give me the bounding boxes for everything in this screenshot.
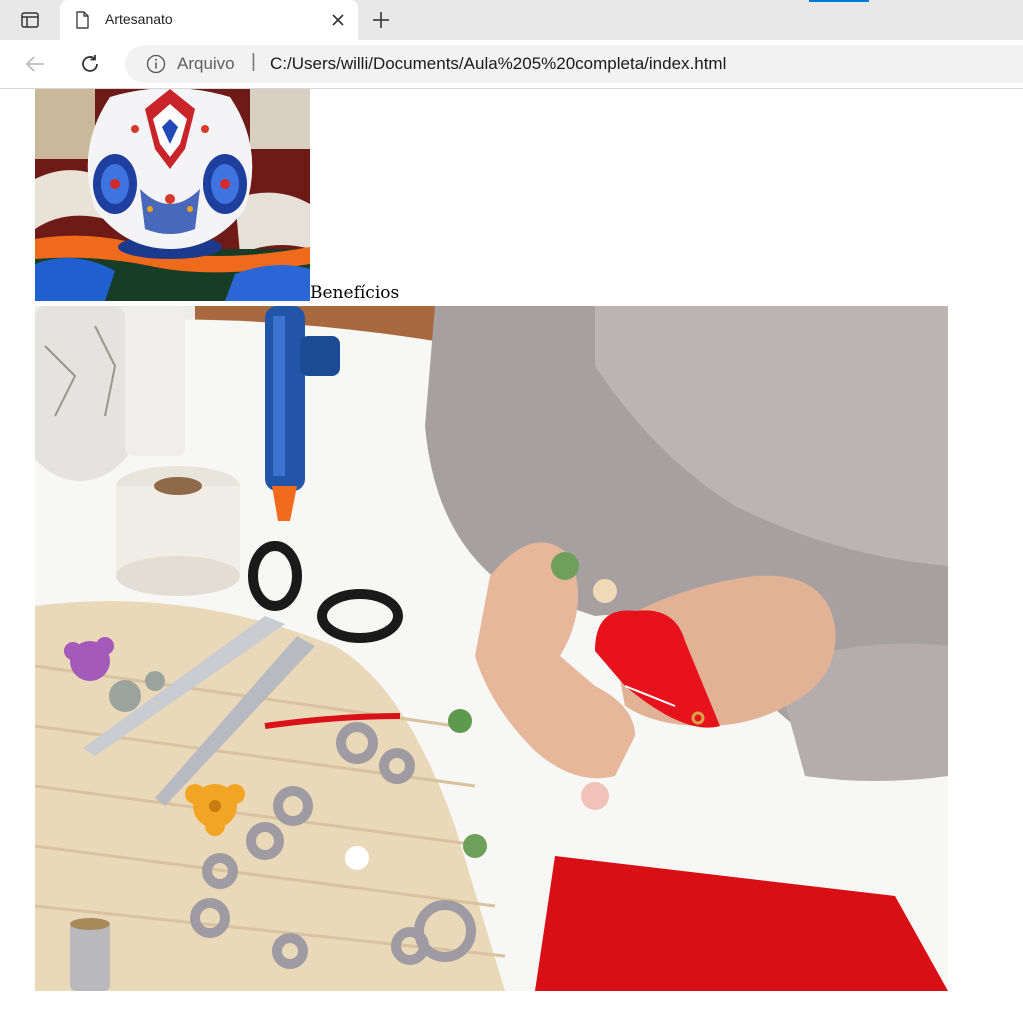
beneficios-heading: Benefícios (310, 283, 400, 303)
tab-strip: Artesanato (0, 0, 1023, 40)
reload-icon (82, 55, 98, 72)
browser-toolbar: Arquivo | C:/Users/willi/Documents/Aula%… (0, 40, 1023, 89)
address-bar[interactable]: Arquivo | C:/Users/willi/Documents/Aula%… (125, 45, 1023, 83)
info-icon[interactable] (146, 54, 166, 74)
reload-button[interactable] (75, 49, 105, 79)
page-icon (76, 11, 89, 29)
new-tab-button[interactable] (366, 5, 396, 35)
page-viewport: Benefícios (0, 89, 1023, 1025)
close-icon (332, 14, 344, 26)
close-tab-button[interactable] (328, 10, 348, 30)
tab-title: Artesanato (105, 11, 173, 27)
tab-artesanato[interactable]: Artesanato (60, 0, 358, 40)
tab-actions-button[interactable] (10, 5, 50, 35)
security-label: Arquivo (177, 54, 235, 73)
back-button[interactable] (20, 49, 50, 79)
vase-image (35, 89, 310, 301)
back-arrow-icon (25, 56, 44, 72)
accent-line (809, 0, 869, 2)
tab-actions-icon (21, 12, 39, 28)
url-text[interactable]: C:/Users/willi/Documents/Aula%205%20comp… (270, 54, 726, 74)
plus-icon (373, 12, 389, 28)
crafting-image (35, 306, 948, 991)
address-separator: | (251, 51, 256, 72)
